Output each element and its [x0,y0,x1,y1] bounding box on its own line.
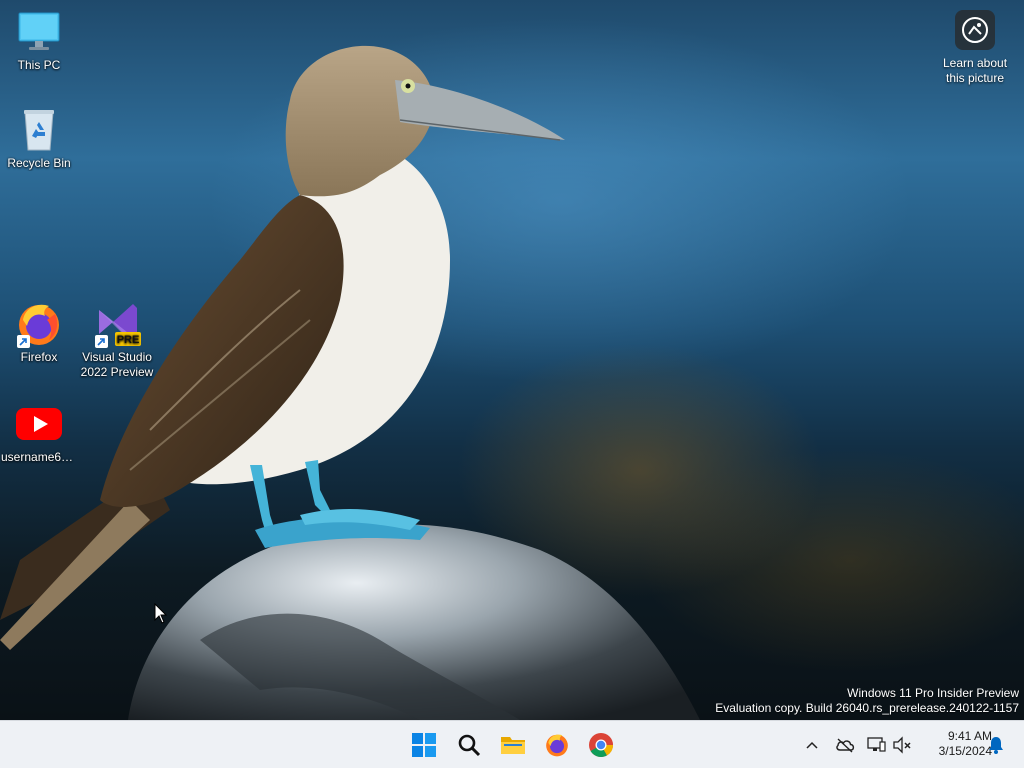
onedrive-button[interactable] [831,729,859,761]
volume-button[interactable] [888,729,916,761]
pre-badge-text: PRE [117,334,140,346]
shortcut-arrow-icon [95,335,108,348]
watermark-line-2: Evaluation copy. Build 26040.rs_prerelea… [715,701,1019,715]
network-button[interactable] [862,729,890,761]
desktop[interactable]: This PC Recycle Bin Firefox PRE Visual S… [0,0,1024,720]
speaker-muted-icon [893,736,911,754]
desktop-icon-label: Firefox [20,350,58,364]
desktop-icon-label: username66... [1,450,77,464]
learn-about-picture-button[interactable]: Learn about this picture [934,10,1016,86]
clock-time: 9:41 AM [947,729,992,743]
file-explorer-button[interactable] [493,725,533,765]
shortcut-arrow-icon [17,335,30,348]
taskbar: 9:41 AM 3/15/2024 [0,720,1024,768]
desktop-icon-label: Recycle Bin [7,156,71,170]
firefox-taskbar-button[interactable] [537,725,577,765]
learn-about-picture-label: Learn about this picture [942,56,1008,85]
desktop-icon-this-pc[interactable]: This PC [1,8,77,73]
visual-studio-preview-icon: PRE [93,300,141,348]
windows-watermark: Windows 11 Pro Insider Preview Evaluatio… [715,686,1019,716]
firefox-icon [546,734,568,757]
firefox-icon [15,300,63,348]
bell-icon [989,737,1003,754]
start-button[interactable] [404,725,444,765]
search-button[interactable] [449,725,489,765]
clock-date: 3/15/2024 [938,744,992,758]
folder-icon [501,737,525,754]
desktop-icon-label: Visual Studio 2022 Preview [80,350,154,379]
desktop-icon-label: This PC [17,58,61,72]
youtube-icon [15,400,63,448]
windows-start-icon [412,733,436,757]
recycle-bin-icon [15,106,63,154]
monitor-icon [15,8,63,56]
desktop-icon-recycle-bin[interactable]: Recycle Bin [1,106,77,171]
camera-info-icon [955,10,995,50]
mouse-cursor-icon [154,603,168,624]
cloud-offline-icon [836,738,855,753]
network-icon [867,737,886,752]
show-hidden-icons-button[interactable] [798,729,826,761]
desktop-icon-youtube[interactable]: username66... [1,400,77,465]
search-icon [458,734,481,757]
watermark-line-1: Windows 11 Pro Insider Preview [847,686,1019,700]
desktop-icon-visual-studio-preview[interactable]: PRE Visual Studio 2022 Preview [79,300,155,380]
chevron-up-icon [806,741,818,749]
chrome-icon [589,733,613,758]
desktop-icon-firefox[interactable]: Firefox [1,300,77,365]
clock[interactable]: 9:41 AM 3/15/2024 [914,729,992,759]
chrome-taskbar-button[interactable] [581,725,621,765]
notifications-button[interactable] [982,729,1010,761]
